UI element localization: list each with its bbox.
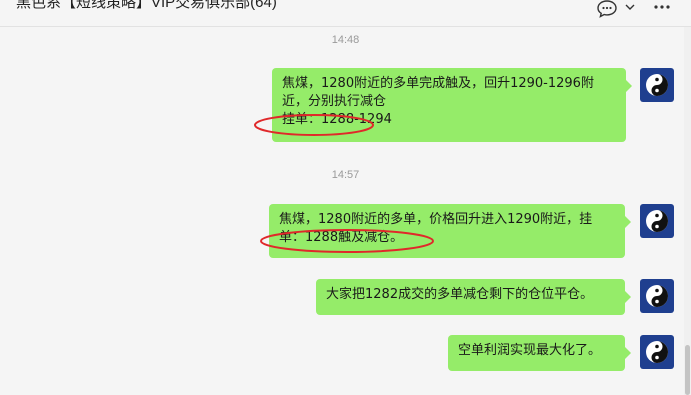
chat-header: 黑色系【短线策略】VIP交易俱乐部(64) <box>0 0 691 27</box>
more-icon[interactable] <box>652 0 672 18</box>
chat-title: 黑色系【短线策略】VIP交易俱乐部(64) <box>16 0 277 11</box>
yin-yang-icon <box>646 210 668 232</box>
message-bubble[interactable]: 焦煤，1280附近的多单，价格回升进入1290附近，挂 单：1288触及减仓。 <box>269 204 631 258</box>
chat-bubble-icon[interactable] <box>596 0 618 18</box>
yin-yang-icon <box>646 341 668 363</box>
chevron-down-icon[interactable] <box>624 0 636 18</box>
message-bubble[interactable]: 空单利润实现最大化了。 <box>448 335 631 371</box>
yin-yang-icon <box>646 74 668 96</box>
avatar[interactable] <box>640 335 674 369</box>
message-line: 焦煤，1280附近的多单完成触及，回升1290-1296附 <box>282 76 594 91</box>
timestamp: 14:48 <box>331 34 360 46</box>
message-line: 大家把1282成交的多单减仓剩下的仓位平仓。 <box>326 287 594 302</box>
message-line: 空单利润实现最大化了。 <box>458 343 602 358</box>
message-line: 近，分别执行减仓 <box>282 94 387 109</box>
scrollbar-thumb[interactable] <box>685 345 690 395</box>
message-line: 单：1288触及减仓。 <box>279 230 404 245</box>
avatar[interactable] <box>640 204 674 238</box>
timestamp: 14:57 <box>331 169 360 181</box>
yin-yang-icon <box>646 285 668 307</box>
message-bubble[interactable]: 大家把1282成交的多单减仓剩下的仓位平仓。 <box>316 279 631 315</box>
message-line: 挂单：1288-1294 <box>282 112 392 127</box>
avatar[interactable] <box>640 279 674 313</box>
avatar[interactable] <box>640 68 674 102</box>
message-list: 14:48 焦煤，1280附近的多单完成触及，回升1290-1296附 近，分别… <box>0 27 684 395</box>
message-bubble[interactable]: 焦煤，1280附近的多单完成触及，回升1290-1296附 近，分别执行减仓 挂… <box>272 68 632 142</box>
message-line: 焦煤，1280附近的多单，价格回升进入1290附近，挂 <box>279 212 593 227</box>
scrollbar-track[interactable] <box>684 27 691 395</box>
